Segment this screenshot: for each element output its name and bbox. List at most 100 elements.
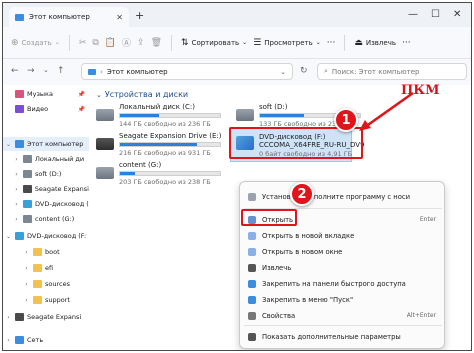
chevron-down-icon[interactable]: ⌄ — [5, 233, 12, 240]
chevron-down-icon[interactable]: ⌄ — [280, 68, 286, 76]
chevron-right-icon[interactable]: › — [13, 216, 20, 223]
drive-usage-fill — [120, 114, 159, 117]
chevron-down-icon: ⌄ — [315, 39, 321, 46]
chevron-right-icon[interactable]: › — [5, 337, 12, 344]
tab-title: Этот компьютер — [29, 13, 90, 21]
chevron-right-icon[interactable]: › — [23, 281, 30, 288]
section-title: Устройства и диски — [104, 90, 189, 99]
eject-button[interactable]: ⏏ Извлечь — [354, 38, 396, 48]
forward-icon[interactable]: → — [27, 66, 35, 76]
pin-icon: 📌 — [77, 90, 85, 98]
menu-item-more-options[interactable]: Показать дополнительные параметры — [244, 329, 442, 344]
chevron-right-icon[interactable]: › — [23, 265, 30, 272]
section-header[interactable]: ⌄ Устройства и диски — [96, 90, 188, 99]
drive-free-space: 144 ГБ свободно из 236 ГБ — [119, 120, 211, 128]
sidebar-item-support[interactable]: › support — [3, 293, 89, 307]
eject-icon — [248, 263, 256, 272]
sidebar-item-boot[interactable]: › boot — [3, 245, 89, 259]
drive-icon — [96, 109, 114, 121]
chevron-right-icon[interactable]: › — [13, 171, 20, 178]
tab-this-pc[interactable]: Этот компьютер ✕ — [9, 7, 129, 27]
new-tab-icon — [248, 231, 256, 240]
menu-item-eject[interactable]: Извлечь — [244, 260, 442, 275]
open-highlight-frame — [241, 209, 297, 226]
search-input[interactable]: ⌕ Поиск: Этот компьютер — [317, 63, 467, 80]
sidebar-item-efi[interactable]: › efi — [3, 261, 89, 275]
step-2-badge: 2 — [290, 182, 314, 206]
sidebar-item-network[interactable]: › Сеть — [3, 333, 89, 347]
view-icon: ☰ — [253, 37, 262, 48]
properties-icon — [248, 311, 256, 320]
close-tab-icon[interactable]: ✕ — [116, 13, 123, 22]
up-icon[interactable]: ↑ — [57, 66, 65, 76]
refresh-icon[interactable]: ↻ — [300, 66, 308, 76]
drive-icon — [23, 215, 32, 223]
chevron-right-icon[interactable]: › — [13, 156, 20, 163]
sidebar-item-drive-d[interactable]: › soft (D:) — [3, 167, 89, 181]
sidebar-item-dvd-f[interactable]: ⌄ DVD-дисковод (F: — [3, 229, 89, 243]
sidebar-item-drive-c[interactable]: › Локальный ди — [3, 152, 89, 166]
dvd-icon — [23, 200, 32, 208]
close-window-icon[interactable]: ✕ — [453, 9, 461, 20]
title-bar: Этот компьютер ✕ + — ☐ ✕ — [3, 3, 471, 27]
paste-icon[interactable]: 📋 — [105, 38, 116, 48]
menu-item-install[interactable]: Установить дополните программу с носи — [244, 189, 442, 204]
share-icon[interactable]: ⇪ — [137, 38, 145, 48]
copy-icon[interactable]: ⧉ — [92, 38, 98, 48]
sidebar-item-drive-e[interactable]: › Seagate Expansi — [3, 182, 89, 196]
step-1-badge: 1 — [334, 108, 358, 132]
minimize-icon[interactable]: — — [408, 9, 418, 20]
sidebar-item-music[interactable]: Музыка 📌 — [3, 87, 89, 101]
sidebar-item-dvd[interactable]: › DVD-дисковод ( — [3, 197, 89, 211]
toolbar-divider — [68, 34, 70, 51]
drive-usage-bar — [119, 171, 221, 176]
sidebar-item-drive-e2[interactable]: › Seagate Expansi — [3, 310, 89, 324]
menu-item-pin-quick-access[interactable]: Закрепить на панели быстрого доступа — [244, 276, 442, 291]
new-tab-icon[interactable]: + — [135, 9, 144, 22]
menu-item-pin-start[interactable]: Закрепить в меню "Пуск" — [244, 292, 442, 307]
rename-icon[interactable]: Ⓐ — [122, 36, 131, 49]
sidebar-item-sources[interactable]: › sources — [3, 277, 89, 291]
chevron-right-icon[interactable]: › — [5, 314, 12, 321]
menu-item-open-new-window[interactable]: Открыть в новом окне — [244, 244, 442, 259]
drive-free-space: 216 ГБ свободно из 931 ГБ — [119, 149, 211, 157]
menu-item-properties[interactable]: Свойства Alt+Enter — [244, 308, 442, 323]
search-placeholder: Поиск: Этот компьютер — [331, 67, 420, 76]
drive-usage-bar — [119, 142, 221, 147]
chevron-down-icon[interactable]: ⌄ — [5, 141, 12, 148]
drive-usage-fill — [260, 114, 304, 117]
more-icon[interactable]: ··· — [327, 38, 336, 48]
pin-icon — [248, 279, 256, 288]
drive-free-space: 203 ГБ свободно из 238 ГБ — [119, 178, 211, 186]
toolbar-divider — [171, 34, 173, 51]
drive-tile[interactable]: content (G:) 203 ГБ свободно из 238 ГБ — [96, 161, 236, 195]
cut-icon[interactable]: ✂ — [79, 38, 87, 48]
maximize-icon[interactable]: ☐ — [431, 9, 440, 20]
view-button[interactable]: ☰ Просмотреть ⌄ — [253, 38, 321, 48]
sidebar-item-drive-g[interactable]: › content (G:) — [3, 212, 89, 226]
chevron-right-icon[interactable]: › — [23, 249, 30, 256]
create-button[interactable]: ⊕ Создать ⌄ — [11, 38, 60, 48]
folder-icon — [33, 296, 42, 304]
sidebar-item-this-pc[interactable]: ⌄ Этот компьютер — [3, 137, 89, 151]
drive-icon — [236, 109, 254, 121]
back-icon[interactable]: ← — [11, 66, 19, 76]
address-bar[interactable]: › Этот компьютер ⌄ — [81, 63, 293, 80]
pin-icon — [248, 295, 256, 304]
music-icon — [15, 90, 24, 98]
overflow-icon[interactable]: ··· — [402, 38, 411, 48]
chevron-right-icon[interactable]: › — [13, 201, 20, 208]
context-menu: Установить дополните программу с носи От… — [239, 181, 445, 349]
chevron-down-icon[interactable]: ⌄ — [43, 66, 49, 74]
menu-item-open-new-tab[interactable]: Открыть в новой вкладке — [244, 228, 442, 243]
chevron-right-icon[interactable]: › — [13, 186, 20, 193]
sort-button[interactable]: ⇅ Сортировать ⌄ — [181, 38, 247, 48]
explorer-window: Этот компьютер ✕ + — ☐ ✕ ⊕ Создать ⌄ ✂ ⧉… — [2, 2, 472, 351]
sidebar-item-video[interactable]: Видео 📌 — [3, 102, 89, 116]
delete-icon[interactable]: 🗑 — [151, 38, 162, 48]
chevron-right-icon[interactable]: › — [23, 297, 30, 304]
command-bar: ⊕ Создать ⌄ ✂ ⧉ 📋 Ⓐ ⇪ 🗑 ⇅ Сортировать ⌄ … — [3, 27, 471, 59]
plus-circle-icon: ⊕ — [11, 37, 19, 48]
drive-icon — [23, 170, 32, 178]
install-icon — [248, 192, 256, 201]
